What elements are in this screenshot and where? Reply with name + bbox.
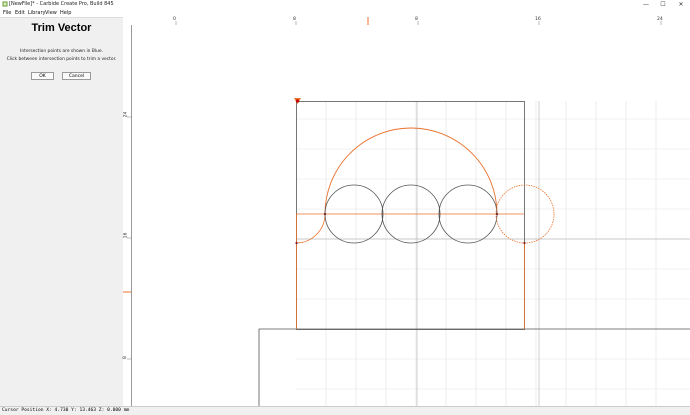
left-ruler: 24 16 8 (123, 25, 132, 406)
title-bar: [NewFile]* - Carbide Create Pro, Build 8… (0, 0, 690, 9)
left-ruler-label: 16 (123, 232, 129, 239)
grid-major (296, 101, 690, 406)
panel-instruction-2: Click between intersection points to tri… (6, 57, 117, 62)
menu-file[interactable]: File (3, 10, 11, 16)
left-ruler-label: 24 (123, 111, 129, 118)
top-ruler-label: 0 (173, 17, 176, 22)
menu-edit[interactable]: Edit (15, 10, 25, 16)
top-ruler-label: 24 (657, 17, 663, 22)
maximize-button[interactable]: ☐ (655, 0, 671, 9)
outer-boundary (258, 328, 690, 406)
top-ruler-label: 8 (415, 17, 418, 22)
window-title: [NewFile]* - Carbide Create Pro, Build 8… (9, 1, 114, 7)
menu-view[interactable]: View (45, 10, 57, 16)
large-arc-vector (324, 127, 498, 215)
close-button[interactable]: ✕ (673, 0, 689, 9)
left-ruler-label: 8 (122, 356, 128, 359)
trim-vector-panel: Trim Vector Intersection points are show… (0, 18, 124, 406)
menu-help[interactable]: Help (60, 10, 71, 16)
ok-button[interactable]: OK (31, 72, 54, 80)
cursor-position: Cursor Position X: 4.730 Y: 13.463 Z: 0.… (2, 408, 130, 413)
menu-library[interactable]: Library (28, 10, 45, 16)
minimize-button[interactable]: — (638, 0, 654, 9)
panel-instruction-1: Intersection points are shown in Blue. (20, 49, 103, 54)
top-ruler-label: 8 (293, 17, 296, 22)
canvas-drawing[interactable] (132, 25, 690, 406)
grid (296, 101, 690, 406)
panel-title: Trim Vector (31, 22, 92, 34)
cancel-button[interactable]: Cancel (62, 72, 91, 80)
top-ruler-label: 16 (535, 17, 541, 22)
intersection-points (295, 212, 526, 245)
app-icon (2, 1, 8, 7)
left-ruler-ticks (123, 116, 131, 360)
stock-boundary (296, 101, 525, 330)
design-canvas[interactable] (132, 25, 690, 406)
top-ruler-ticks (175, 17, 662, 25)
origin-marker-icon (294, 98, 301, 104)
